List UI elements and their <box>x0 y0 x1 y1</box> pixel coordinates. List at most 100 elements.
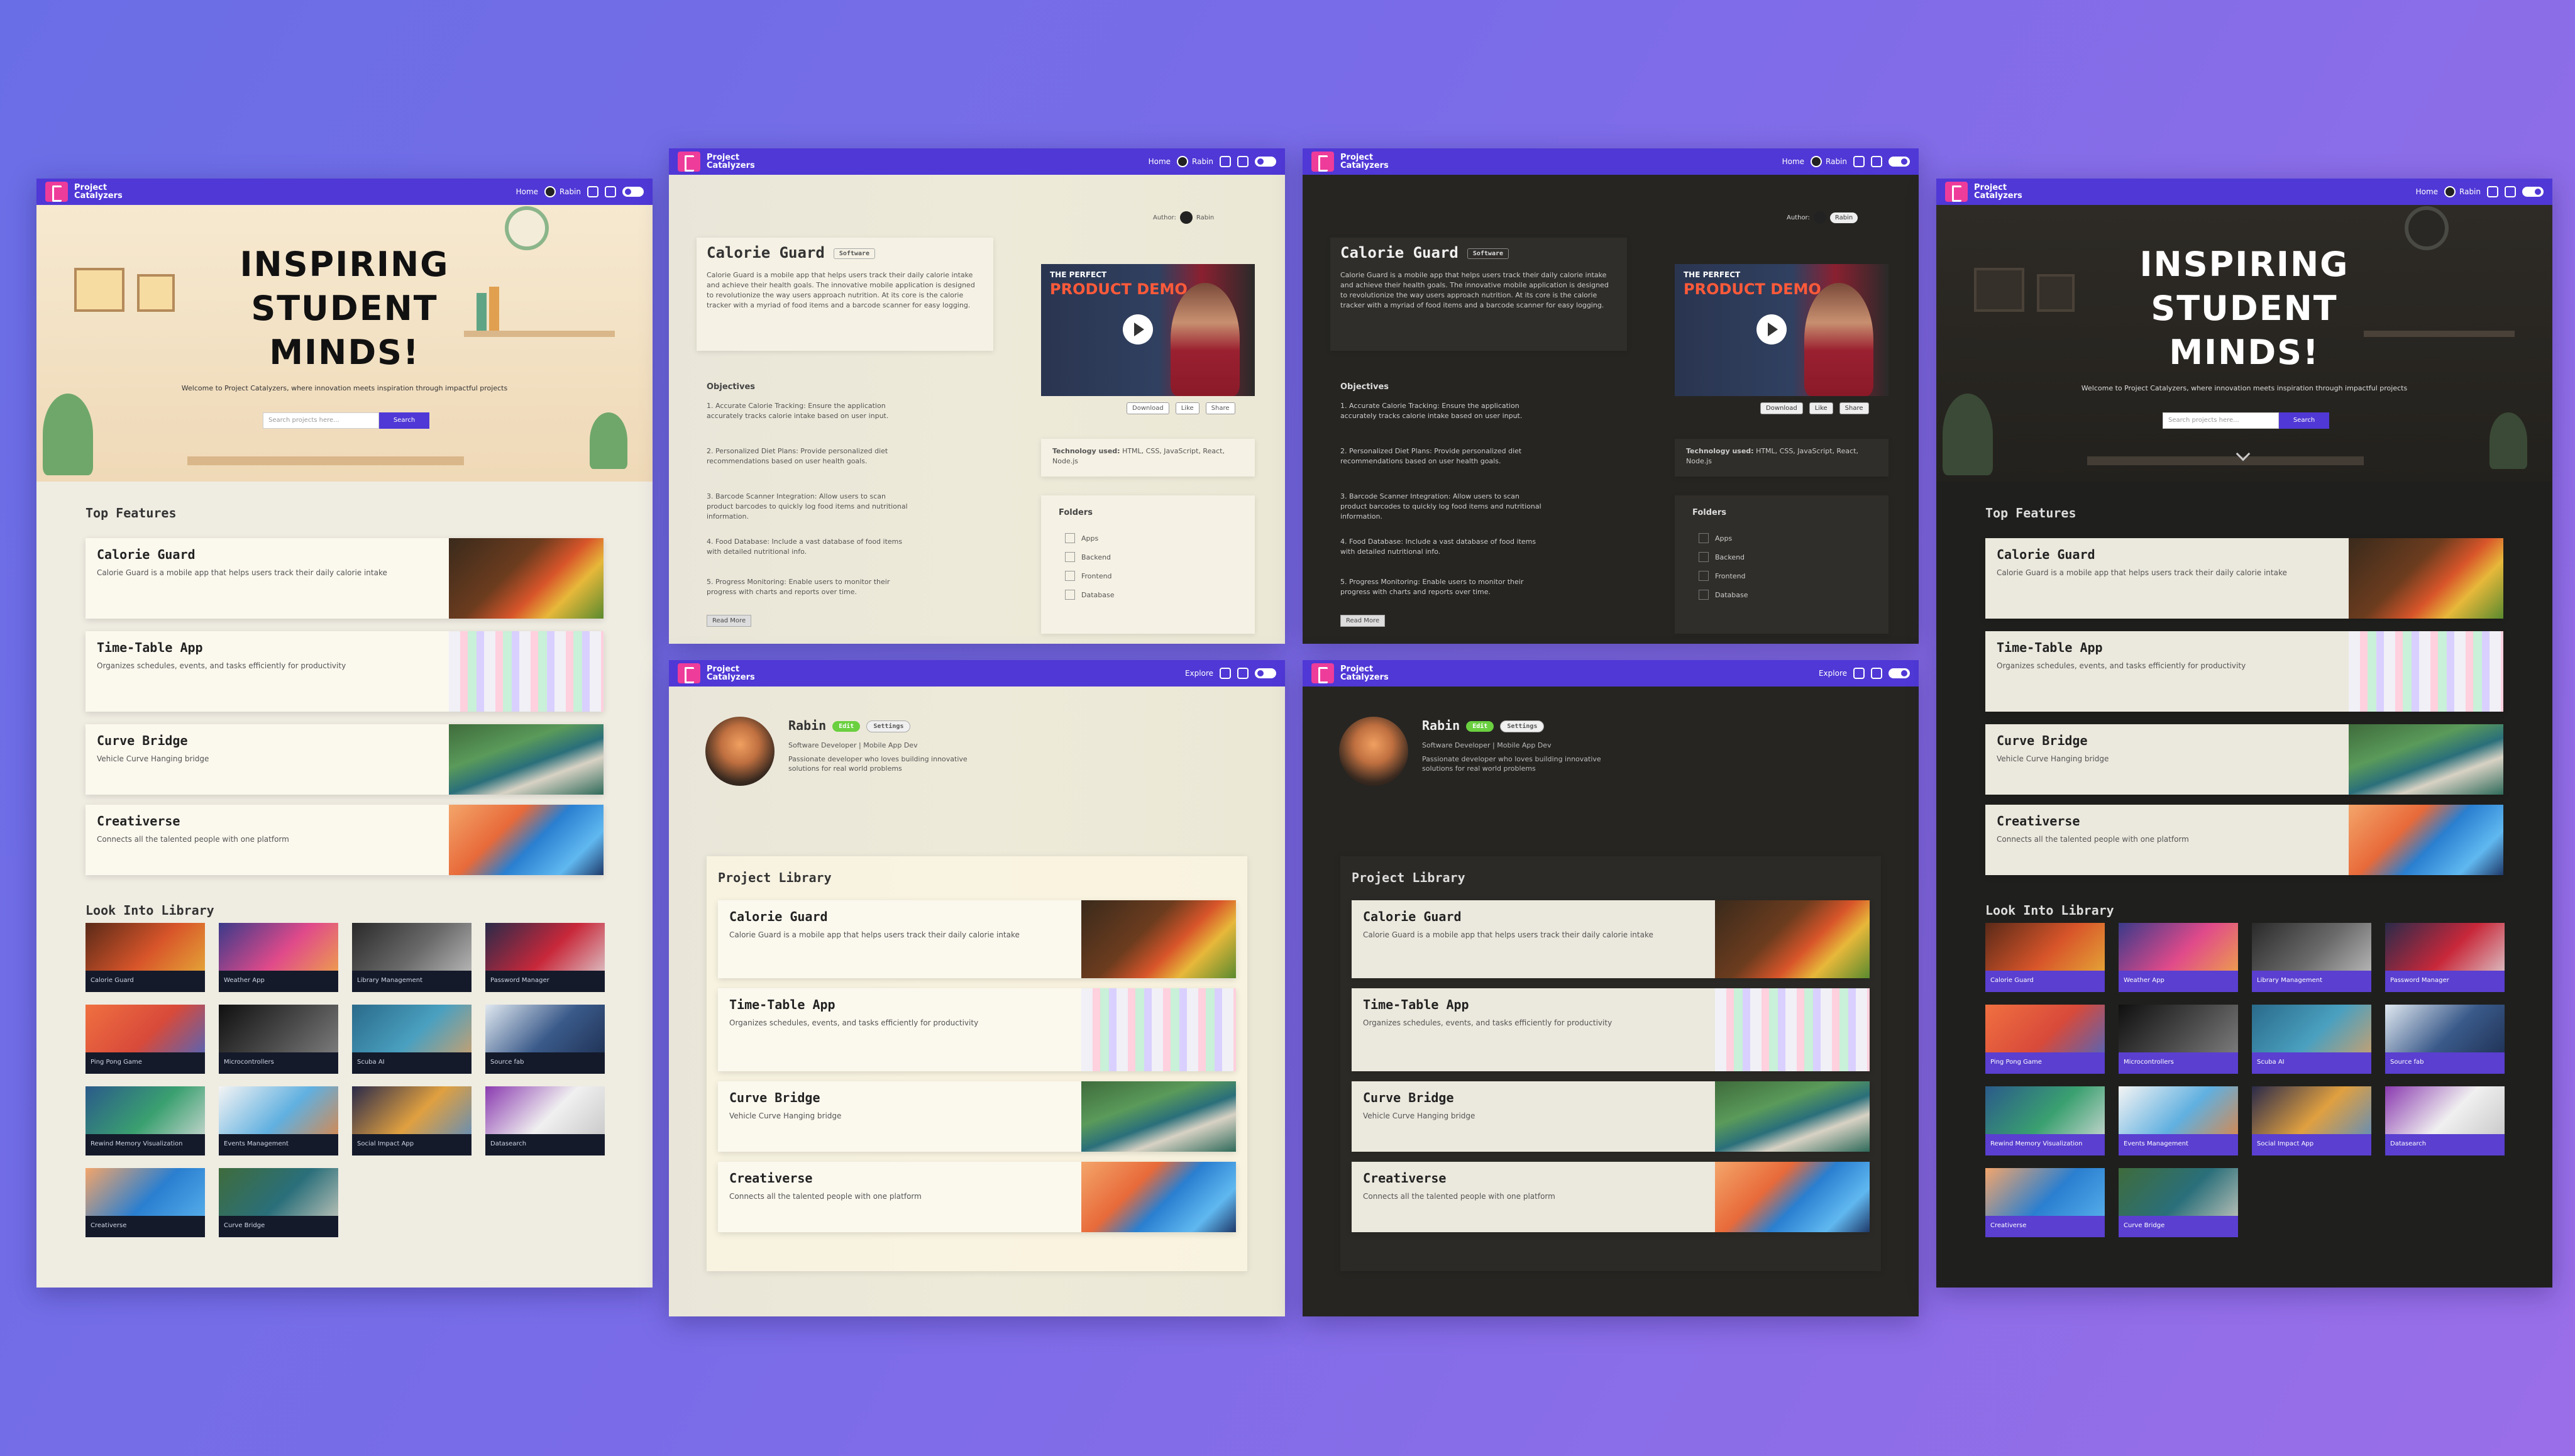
project-card[interactable]: Creativerse Connects all the talented peo… <box>1352 1162 1870 1232</box>
library-tile[interactable]: Social Impact App <box>352 1086 471 1155</box>
theme-toggle[interactable] <box>1889 668 1910 678</box>
folder-item[interactable]: Apps <box>1065 533 1115 543</box>
library-tile[interactable]: Events Management <box>2119 1086 2238 1155</box>
feature-card[interactable]: Creativerse Connects all the talented peo… <box>1985 805 2503 875</box>
library-tile[interactable]: Rewind Memory Visualization <box>1985 1086 2105 1155</box>
settings-icon[interactable] <box>1237 156 1249 167</box>
download-button[interactable]: Download <box>1760 402 1803 414</box>
project-card[interactable]: Curve Bridge Vehicle Curve Hanging bridge <box>1352 1081 1870 1152</box>
library-tile[interactable]: Ping Pong Game <box>85 1005 205 1074</box>
library-tile[interactable]: Weather App <box>219 923 338 992</box>
settings-button[interactable]: Settings <box>866 720 911 732</box>
feature-card[interactable]: Curve Bridge Vehicle Curve Hanging bridge <box>85 724 604 795</box>
feature-card[interactable]: Curve Bridge Vehicle Curve Hanging bridge <box>1985 724 2503 795</box>
read-more-button[interactable]: Read More <box>1340 615 1386 627</box>
brand-logo[interactable] <box>678 152 700 172</box>
author-info[interactable]: Author: Rabin <box>1153 211 1214 224</box>
library-tile[interactable]: Social Impact App <box>2252 1086 2371 1155</box>
settings-icon[interactable] <box>605 186 616 197</box>
read-more-button[interactable]: Read More <box>707 615 752 627</box>
theme-toggle[interactable] <box>1255 668 1276 678</box>
project-card[interactable]: Time-Table App Organizes schedules, event… <box>718 988 1236 1071</box>
author-info[interactable]: Author: Rabin <box>1787 211 1858 224</box>
play-icon[interactable] <box>1123 314 1153 345</box>
notification-icon[interactable] <box>1853 156 1865 167</box>
library-tile[interactable]: Curve Bridge <box>219 1168 338 1237</box>
share-button[interactable]: Share <box>1205 402 1235 414</box>
feature-card[interactable]: Creativerse Connects all the talented peo… <box>85 805 604 875</box>
library-tile[interactable]: Ping Pong Game <box>1985 1005 2105 1074</box>
theme-toggle[interactable] <box>622 187 644 197</box>
project-card[interactable]: Curve Bridge Vehicle Curve Hanging bridge <box>718 1081 1236 1152</box>
folder-checkbox[interactable] <box>1699 571 1709 581</box>
library-tile[interactable]: Creativerse <box>85 1168 205 1237</box>
settings-icon[interactable] <box>1871 156 1882 167</box>
folder-item[interactable]: Backend <box>1699 552 1748 562</box>
folder-item[interactable]: Backend <box>1065 552 1115 562</box>
library-tile[interactable]: Weather App <box>2119 923 2238 992</box>
folder-checkbox[interactable] <box>1065 552 1075 562</box>
library-tile[interactable]: Microcontrollers <box>2119 1005 2238 1074</box>
folder-item[interactable]: Database <box>1699 590 1748 600</box>
brand-logo[interactable] <box>1311 152 1334 172</box>
notification-icon[interactable] <box>1853 668 1865 679</box>
folder-item[interactable]: Apps <box>1699 533 1748 543</box>
folder-item[interactable]: Frontend <box>1699 571 1748 581</box>
folder-checkbox[interactable] <box>1065 590 1075 600</box>
nav-user[interactable]: Rabin <box>544 186 581 197</box>
folder-checkbox[interactable] <box>1699 533 1709 543</box>
library-tile[interactable]: Calorie Guard <box>1985 923 2105 992</box>
project-card[interactable]: Time-Table App Organizes schedules, event… <box>1352 988 1870 1071</box>
library-tile[interactable]: Library Management <box>352 923 471 992</box>
project-card[interactable]: Creativerse Connects all the talented peo… <box>718 1162 1236 1232</box>
feature-card[interactable]: Time-Table App Organizes schedules, event… <box>85 631 604 712</box>
folder-checkbox[interactable] <box>1065 571 1075 581</box>
notification-icon[interactable] <box>2487 186 2498 197</box>
library-tile[interactable]: Creativerse <box>1985 1168 2105 1237</box>
feature-card[interactable]: Time-Table App Organizes schedules, event… <box>1985 631 2503 712</box>
notification-icon[interactable] <box>1220 668 1231 679</box>
feature-card[interactable]: Calorie Guard Calorie Guard is a mobile a… <box>1985 538 2503 619</box>
like-button[interactable]: Like <box>1175 402 1199 414</box>
library-tile[interactable]: Password Manager <box>2385 923 2505 992</box>
download-button[interactable]: Download <box>1127 402 1169 414</box>
project-card[interactable]: Calorie Guard Calorie Guard is a mobile a… <box>718 900 1236 978</box>
nav-home-link[interactable]: Home <box>2416 187 2438 196</box>
settings-icon[interactable] <box>2505 186 2516 197</box>
search-button[interactable]: Search <box>2279 412 2329 429</box>
library-tile[interactable]: Calorie Guard <box>85 923 205 992</box>
settings-icon[interactable] <box>1871 668 1882 679</box>
library-tile[interactable]: Source fab <box>485 1005 605 1074</box>
brand-logo[interactable] <box>1311 663 1334 683</box>
demo-video[interactable]: THE PERFECT PRODUCT DEMO <box>1041 264 1255 396</box>
theme-toggle[interactable] <box>2522 187 2544 197</box>
notification-icon[interactable] <box>1220 156 1231 167</box>
library-tile[interactable]: Microcontrollers <box>219 1005 338 1074</box>
search-button[interactable]: Search <box>379 412 429 429</box>
nav-user[interactable]: Rabin <box>2444 186 2481 197</box>
share-button[interactable]: Share <box>1839 402 1869 414</box>
nav-home-link[interactable]: Home <box>1782 157 1804 166</box>
folder-item[interactable]: Database <box>1065 590 1115 600</box>
notification-icon[interactable] <box>587 186 598 197</box>
folder-item[interactable]: Frontend <box>1065 571 1115 581</box>
nav-explore-link[interactable]: Explore <box>1819 669 1847 678</box>
theme-toggle[interactable] <box>1889 157 1910 167</box>
library-tile[interactable]: Scuba AI <box>352 1005 471 1074</box>
brand-logo[interactable] <box>45 182 68 202</box>
edit-profile-button[interactable]: Edit <box>1466 721 1494 732</box>
edit-profile-button[interactable]: Edit <box>832 721 861 732</box>
theme-toggle[interactable] <box>1255 157 1276 167</box>
library-tile[interactable]: Events Management <box>219 1086 338 1155</box>
search-input[interactable]: Search projects here... <box>2163 412 2279 429</box>
library-tile[interactable]: Datasearch <box>485 1086 605 1155</box>
nav-home-link[interactable]: Home <box>516 187 538 196</box>
brand-logo[interactable] <box>678 663 700 683</box>
library-tile[interactable]: Password Manager <box>485 923 605 992</box>
nav-user[interactable]: Rabin <box>1811 156 1847 167</box>
folder-checkbox[interactable] <box>1699 552 1709 562</box>
library-tile[interactable]: Scuba AI <box>2252 1005 2371 1074</box>
demo-video[interactable]: THE PERFECT PRODUCT DEMO <box>1675 264 1889 396</box>
settings-icon[interactable] <box>1237 668 1249 679</box>
project-card[interactable]: Calorie Guard Calorie Guard is a mobile a… <box>1352 900 1870 978</box>
